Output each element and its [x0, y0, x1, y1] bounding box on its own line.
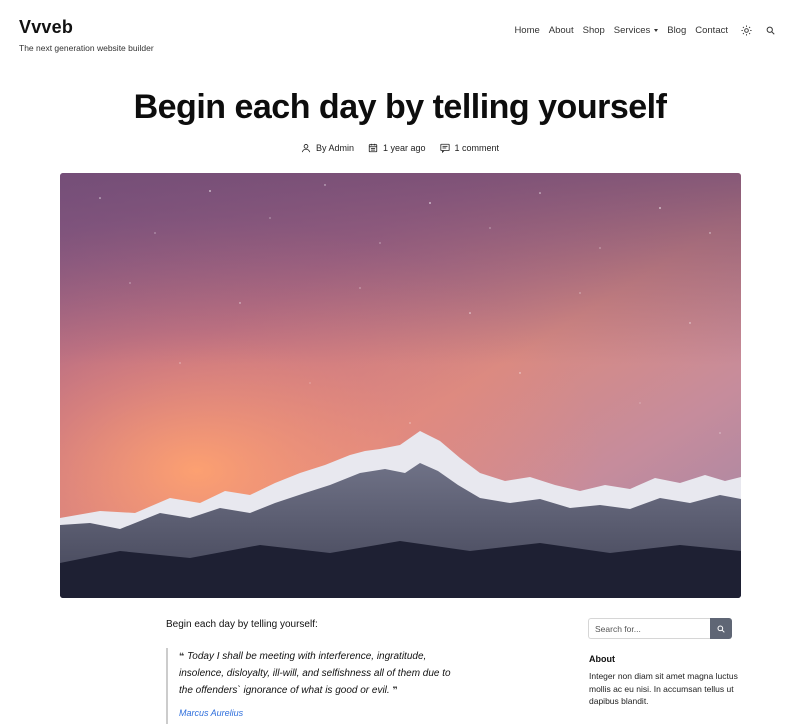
site-header: Vvveb The next generation website builde… [0, 0, 800, 60]
nav-item-home[interactable]: Home [514, 25, 539, 36]
brand[interactable]: Vvveb The next generation website builde… [19, 17, 154, 53]
nav-item-about[interactable]: About [549, 25, 574, 36]
chevron-down-icon [654, 28, 659, 32]
quote-text: Today I shall be meeting with interferen… [179, 651, 451, 696]
search-input[interactable] [588, 618, 710, 639]
hero-image [60, 173, 741, 598]
post-lead-text: Begin each day by telling yourself: [166, 619, 318, 630]
post-meta: By Admin 1 year ago 1 comment [0, 143, 800, 153]
comment-icon [439, 143, 450, 153]
theme-toggle-sun-icon[interactable] [740, 24, 752, 36]
post-author[interactable]: By Admin [301, 143, 354, 153]
post-blockquote: ❝ Today I shall be meeting with interfer… [166, 648, 456, 724]
search-icon [717, 625, 725, 633]
close-quote-icon: ❞ [392, 685, 398, 695]
post-date: 1 year ago [368, 143, 426, 153]
user-icon [301, 144, 311, 153]
nav-item-blog[interactable]: Blog [667, 25, 686, 36]
sidebar-about-text: Integer non diam sit amet magna luctus m… [589, 671, 738, 706]
sidebar-search [588, 618, 732, 639]
search-icon[interactable] [764, 24, 776, 36]
sidebar-about-title: About [589, 654, 615, 664]
nav-item-contact[interactable]: Contact [695, 25, 728, 36]
post-author-label: By Admin [315, 143, 354, 153]
post-comments-label: 1 comment [454, 143, 500, 153]
main-nav: Home About Shop Services Blog Contact [505, 24, 776, 36]
search-button[interactable] [710, 618, 732, 639]
quote-author[interactable]: Marcus Aurelius [179, 708, 456, 718]
quote-text-wrapper: ❝ Today I shall be meeting with interfer… [179, 648, 456, 700]
site-logo-text[interactable]: Vvveb [19, 17, 154, 38]
open-quote-icon: ❝ [179, 651, 185, 661]
post-comments[interactable]: 1 comment [439, 143, 500, 153]
post-date-label: 1 year ago [382, 143, 426, 153]
page-title: Begin each day by telling yourself [133, 88, 667, 126]
site-tagline: The next generation website builder [19, 43, 154, 53]
calendar-icon [368, 143, 378, 153]
nav-item-shop[interactable]: Shop [583, 25, 605, 36]
nav-item-services[interactable]: Services [613, 24, 659, 36]
nav-item-services-label: Services [613, 24, 651, 36]
